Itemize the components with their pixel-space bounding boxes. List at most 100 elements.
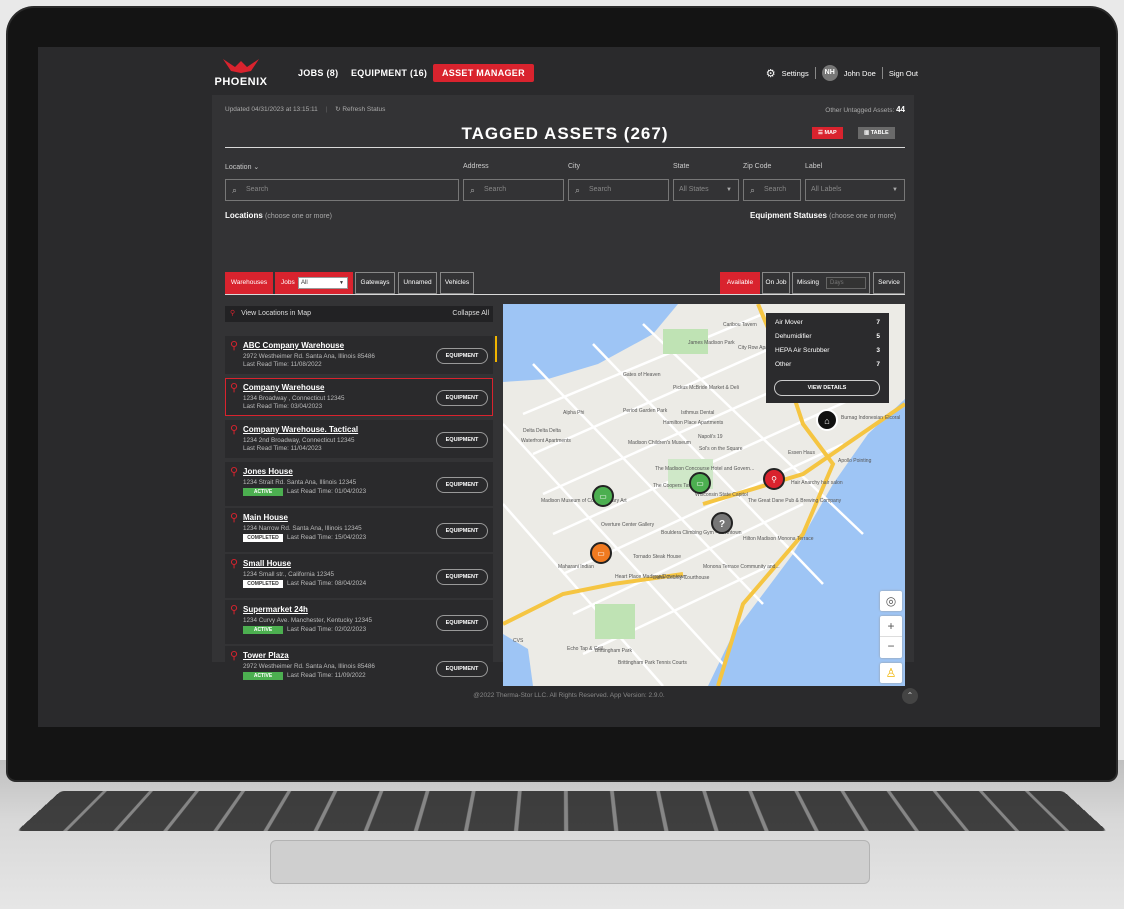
last-read: Last Read Time: 03/04/2023 [243,403,323,410]
asset-marker-unknown[interactable]: ? [711,512,733,534]
popup-row: Dehumidifier 5 [775,333,880,340]
svg-text:Monona Terrace Community and..: Monona Terrace Community and... [703,564,780,570]
list-item[interactable]: ⚲ ABC Company Warehouse 2972 Westheimer Rd… [225,336,493,374]
zip-search-input[interactable]: ⌕ Search [743,179,801,201]
untagged-count: 44 [896,105,905,114]
zoom-in-button[interactable]: + [880,616,902,637]
location-name[interactable]: Company Warehouse [243,383,325,392]
chip-vehicles[interactable]: Vehicles [440,272,474,294]
svg-text:Napoli's 19: Napoli's 19 [698,434,723,440]
asset-marker-orange[interactable]: ▭ [590,542,612,564]
list-item[interactable]: ⚲ Company Warehouse. Tactical 1234 2nd Bro… [225,420,493,458]
equipment-button[interactable]: EQUIPMENT [436,569,488,585]
asset-marker-green-2[interactable]: ▭ [689,472,711,494]
svg-text:?: ? [719,519,725,530]
svg-text:⚲: ⚲ [771,475,777,484]
list-item[interactable]: ⚲ Main House 1234 Narrow Rd. Santa Ana, Il… [225,508,493,552]
refresh-icon[interactable]: ↻ [335,106,340,113]
city-search-input[interactable]: ⌕ Search [568,179,669,201]
location-name[interactable]: Tower Plaza [243,651,289,660]
equipment-button[interactable]: EQUIPMENT [436,523,488,539]
svg-text:Dane County Courthouse: Dane County Courthouse [653,575,710,581]
chip-available[interactable]: Available [720,272,760,294]
phoenix-bird-icon [221,57,261,75]
status-badge: ACTIVE [243,626,283,634]
nav-equipment[interactable]: EQUIPMENT (16) [351,64,427,82]
divider [225,294,905,295]
equipment-button[interactable]: EQUIPMENT [436,390,488,406]
list-item[interactable]: ⚲ Tower Plaza 2972 Westheimer Rd. Santa An… [225,646,493,690]
my-location-button[interactable]: ◎ [880,591,902,611]
svg-text:Brittingham Park Tennis Courts: Brittingham Park Tennis Courts [618,660,687,666]
dropdown-arrow-icon: ▼ [726,187,732,193]
svg-text:CVS: CVS [513,638,524,644]
location-name[interactable]: Small House [243,559,291,568]
view-details-button[interactable]: VIEW DETAILS [774,380,880,396]
last-read: Last Read Time: 11/04/2023 [243,445,322,452]
sign-out-link[interactable]: Sign Out [889,69,918,78]
list-item[interactable]: ⚲ Company Warehouse 1234 Broadway , Connec… [225,378,493,416]
nav-asset-manager[interactable]: ASSET MANAGER [433,64,534,82]
list-item[interactable]: ⚲ Small House 1234 Small str., California … [225,554,493,598]
updated-text: Updated 04/31/2023 at 13:15:11 [225,106,318,113]
svg-text:Delta Delta Delta: Delta Delta Delta [523,428,561,434]
map-view-toggle[interactable]: ☰ MAP [812,127,843,139]
chip-unnamed[interactable]: Unnamed [398,272,437,294]
address-search-input[interactable]: ⌕ Search [463,179,564,201]
state-select[interactable]: All States ▼ [673,179,739,201]
equipment-button[interactable]: EQUIPMENT [436,661,488,677]
laptop-keyboard [17,790,1107,831]
missing-days-input[interactable]: Days [826,277,866,289]
refresh-status-button[interactable]: Refresh Status [342,106,385,113]
svg-text:Bouldera Climbing Gym - Downto: Bouldera Climbing Gym - Downtown [661,530,742,536]
user-name[interactable]: John Doe [844,69,876,78]
view-locations-in-map-link[interactable]: View Locations in Map [241,310,311,317]
map-view[interactable]: James Madison Park Alpha Phi Pickus McBr… [503,304,905,686]
gear-icon[interactable]: ⚙ [766,67,776,80]
jobs-select[interactable]: All ▼ [298,277,348,289]
location-address: 1234 Curvy Ave. Manchester, Kentucky 123… [243,617,373,624]
chip-warehouses[interactable]: Warehouses [225,272,273,294]
equipment-button[interactable]: EQUIPMENT [436,348,488,364]
location-filter-label[interactable]: Location ⌄ [225,163,259,171]
svg-text:Hilton Madison Monona Terrace: Hilton Madison Monona Terrace [743,536,814,542]
equipment-button[interactable]: EQUIPMENT [436,477,488,493]
svg-text:Period Garden Park: Period Garden Park [623,408,668,414]
settings-link[interactable]: Settings [782,69,809,78]
svg-text:The Madison Concourse Hotel an: The Madison Concourse Hotel and Govern..… [655,466,754,472]
location-name[interactable]: Jones House [243,467,293,476]
status-badge: COMPLETED [243,534,283,542]
label-select[interactable]: All Labels ▼ [805,179,905,201]
svg-text:Isthmus Dental: Isthmus Dental [681,410,714,416]
street-view-pegman-icon[interactable]: ♙ [880,663,902,683]
location-name[interactable]: Company Warehouse. Tactical [243,425,358,434]
map-pin-icon: ⚲ [230,650,239,662]
equipment-button[interactable]: EQUIPMENT [436,615,488,631]
list-item[interactable]: ⚲ Jones House 1234 Strait Rd. Santa Ana, I… [225,462,493,506]
avatar[interactable]: NH [821,65,838,81]
status-badge: ACTIVE [243,488,283,496]
list-item[interactable]: ⚲ Supermarket 24h 1234 Curvy Ave. Manchest… [225,600,493,644]
collapse-all-link[interactable]: Collapse All [452,306,489,322]
chip-gateways[interactable]: Gateways [355,272,395,294]
location-name[interactable]: ABC Company Warehouse [243,341,344,350]
nav-jobs[interactable]: JOBS (8) [298,64,338,82]
popup-row: Other 7 [775,361,880,368]
last-read: ACTIVE Last Read Time: 01/04/2023 [243,488,366,496]
chip-service[interactable]: Service [873,272,905,294]
zoom-out-button[interactable]: − [880,637,902,658]
phoenix-logo[interactable]: PHOENIX [213,57,269,89]
location-search-input[interactable]: ⌕ Search [225,179,459,201]
location-name[interactable]: Main House [243,513,288,522]
table-view-toggle[interactable]: ▥ TABLE [858,127,895,139]
chip-on-job[interactable]: On Job [762,272,790,294]
map-label: James Madison Park [688,340,735,346]
location-name[interactable]: Supermarket 24h [243,605,308,614]
scroll-top-button[interactable]: ⌃ [902,688,918,704]
svg-text:Hamilton Place Apartments: Hamilton Place Apartments [663,420,724,426]
asset-marker-red[interactable]: ⚲ [763,468,785,490]
list-scrollbar[interactable] [495,336,497,362]
asset-marker-green-1[interactable]: ▭ [592,485,614,507]
equipment-button[interactable]: EQUIPMENT [436,432,488,448]
asset-marker-warehouse[interactable]: ⌂ [816,409,838,431]
